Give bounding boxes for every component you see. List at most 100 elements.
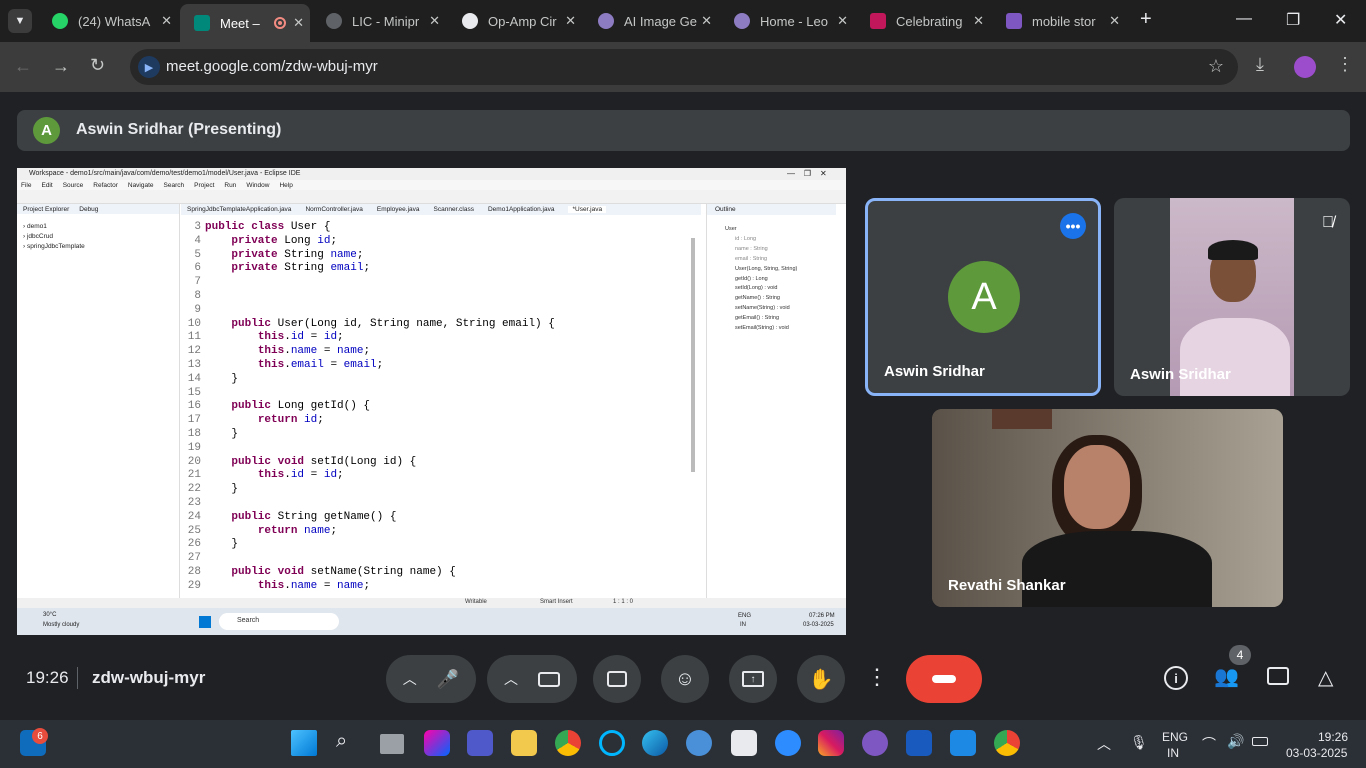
code-editor[interactable]: 3 public class User {4 private Long id; 5 … bbox=[187, 221, 555, 594]
list-item[interactable]: setName(String) : void bbox=[725, 304, 836, 314]
tab-whatsapp[interactable]: (24) WhatsA ✕ bbox=[38, 6, 178, 36]
menu-source[interactable]: Source bbox=[63, 182, 84, 189]
wifi-icon[interactable]: ⌒ bbox=[1202, 734, 1216, 754]
editor-tab[interactable]: Employee.java bbox=[377, 206, 420, 213]
tab-home-leo[interactable]: Home - Leo ✕ bbox=[720, 6, 854, 36]
menu-search[interactable]: Search bbox=[164, 182, 185, 189]
forward-icon[interactable]: → bbox=[52, 56, 70, 77]
app-icon[interactable] bbox=[862, 730, 888, 756]
leave-call-button[interactable] bbox=[906, 655, 982, 703]
list-item[interactable]: getId() : Long bbox=[725, 275, 836, 285]
volume-icon[interactable]: 🔊 bbox=[1227, 733, 1244, 750]
editor-tab[interactable]: Scanner.class bbox=[434, 206, 474, 213]
teams-icon[interactable] bbox=[467, 730, 493, 756]
tab-search-button[interactable]: ▼ bbox=[8, 9, 32, 33]
close-icon[interactable]: ✕ bbox=[161, 13, 172, 29]
tab-lic[interactable]: LIC - Minipr ✕ bbox=[312, 6, 446, 36]
info-icon[interactable]: i bbox=[1164, 666, 1188, 690]
download-icon[interactable]: ⤓ bbox=[1256, 54, 1264, 75]
list-item[interactable]: › jdbcCrud bbox=[23, 232, 179, 242]
list-item[interactable]: getEmail() : String bbox=[725, 314, 836, 324]
list-item[interactable]: setEmail(String) : void bbox=[725, 324, 836, 334]
menu-window[interactable]: Window bbox=[246, 182, 269, 189]
editor-tab[interactable]: Demo1Application.java bbox=[488, 206, 554, 213]
list-item[interactable]: setId(Long) : void bbox=[725, 284, 836, 294]
mic-icon[interactable]: 🎙 bbox=[1130, 734, 1148, 751]
more-options-button[interactable]: ••• bbox=[1060, 213, 1086, 239]
editor-tab[interactable]: NormController.java bbox=[305, 206, 362, 213]
reload-icon[interactable]: ↻ bbox=[90, 55, 105, 76]
participant-tile-revathi[interactable]: Revathi Shankar bbox=[932, 409, 1283, 607]
list-item[interactable]: name : String bbox=[725, 245, 836, 255]
editor-scrollbar[interactable] bbox=[691, 238, 695, 472]
participant-tile-aswin-avatar[interactable]: A ••• Aswin Sridhar bbox=[865, 198, 1101, 396]
control-panel-icon[interactable] bbox=[686, 730, 712, 756]
list-item[interactable]: User bbox=[725, 225, 836, 235]
tab-celebrating[interactable]: Celebrating ✕ bbox=[856, 6, 990, 36]
ms-store-icon[interactable] bbox=[731, 730, 757, 756]
menu-edit[interactable]: Edit bbox=[41, 182, 52, 189]
more-options-button[interactable]: ⋮ bbox=[866, 664, 888, 690]
tab-meet[interactable]: Meet – ✕ bbox=[180, 4, 310, 42]
tab-debug[interactable]: Debug bbox=[79, 206, 98, 213]
raise-hand-button[interactable]: ✋ bbox=[797, 655, 845, 703]
editor-tab[interactable]: SpringJdbcTemplateApplication.java bbox=[187, 206, 291, 213]
windows-start-icon[interactable] bbox=[291, 730, 317, 756]
copilot-icon[interactable] bbox=[424, 730, 450, 756]
chevron-up-icon[interactable]: ︿ bbox=[403, 669, 417, 689]
emoji-button[interactable]: ☺ bbox=[661, 655, 709, 703]
menu-help[interactable]: Help bbox=[279, 182, 292, 189]
notepad-icon[interactable] bbox=[950, 730, 976, 756]
participant-tile-aswin-video[interactable]: 🎙̸ Aswin Sridhar bbox=[1114, 198, 1350, 396]
restore-button[interactable]: ❐ bbox=[1286, 10, 1300, 30]
editor-tab-active[interactable]: *User.java bbox=[568, 206, 607, 213]
chrome-icon-2[interactable] bbox=[994, 730, 1020, 756]
zoom-icon[interactable] bbox=[775, 730, 801, 756]
tab-mobile-store[interactable]: mobile stor ✕ bbox=[992, 6, 1126, 36]
cortana-icon[interactable] bbox=[599, 730, 625, 756]
list-item[interactable]: email : String bbox=[725, 255, 836, 265]
taskbar-date[interactable]: 03-03-2025 bbox=[1286, 746, 1347, 760]
star-icon[interactable]: ☆ bbox=[1208, 56, 1224, 77]
battery-icon[interactable] bbox=[1252, 737, 1268, 746]
close-icon[interactable]: ✕ bbox=[429, 13, 440, 29]
captions-button[interactable] bbox=[593, 655, 641, 703]
close-icon[interactable]: ✕ bbox=[701, 13, 712, 29]
taskbar-time[interactable]: 19:26 bbox=[1318, 730, 1348, 744]
lang-indicator[interactable]: ENG bbox=[1162, 730, 1188, 744]
chevron-up-icon[interactable]: ︿ bbox=[504, 669, 518, 689]
present-button[interactable]: ↑ bbox=[729, 655, 777, 703]
minimize-button[interactable]: — bbox=[1236, 10, 1252, 28]
camera-control[interactable]: ︿ bbox=[487, 655, 577, 703]
search-icon[interactable]: ⌕ bbox=[336, 730, 347, 753]
tab-project-explorer[interactable]: Project Explorer bbox=[23, 206, 69, 213]
close-icon[interactable]: ✕ bbox=[837, 13, 848, 29]
close-icon[interactable]: ✕ bbox=[565, 13, 576, 29]
chrome-icon[interactable] bbox=[555, 730, 581, 756]
menu-project[interactable]: Project bbox=[194, 182, 214, 189]
address-bar[interactable]: ▶ meet.google.com/zdw-wbuj-myr ☆ bbox=[130, 49, 1238, 85]
menu-navigate[interactable]: Navigate bbox=[128, 182, 154, 189]
close-icon[interactable]: ✕ bbox=[293, 15, 304, 31]
edge-icon[interactable] bbox=[642, 730, 668, 756]
chat-icon[interactable] bbox=[1267, 667, 1289, 685]
new-tab-button[interactable]: + bbox=[1140, 8, 1152, 31]
list-item[interactable]: id : Long bbox=[725, 235, 836, 245]
menu-dots-icon[interactable]: ⋮ bbox=[1336, 54, 1354, 75]
list-item[interactable]: User(Long, String, String) bbox=[725, 265, 836, 275]
chevron-up-icon[interactable]: ︿ bbox=[1097, 734, 1111, 754]
menu-file[interactable]: File bbox=[21, 182, 31, 189]
mic-icon[interactable]: 🎤 bbox=[437, 669, 459, 690]
list-item[interactable]: getName() : String bbox=[725, 294, 836, 304]
back-icon[interactable]: ← bbox=[14, 56, 32, 77]
instagram-icon[interactable] bbox=[818, 730, 844, 756]
word-icon[interactable] bbox=[906, 730, 932, 756]
list-item[interactable]: › springJdbcTemplate bbox=[23, 242, 179, 252]
activities-icon[interactable]: △ bbox=[1318, 665, 1333, 690]
file-explorer-icon[interactable] bbox=[511, 730, 537, 756]
menu-run[interactable]: Run bbox=[224, 182, 236, 189]
close-icon[interactable]: ✕ bbox=[1109, 13, 1120, 29]
tab-ai-image[interactable]: AI Image Ge ✕ bbox=[584, 6, 718, 36]
people-icon[interactable]: 👥 bbox=[1214, 664, 1239, 689]
menu-refactor[interactable]: Refactor bbox=[93, 182, 118, 189]
